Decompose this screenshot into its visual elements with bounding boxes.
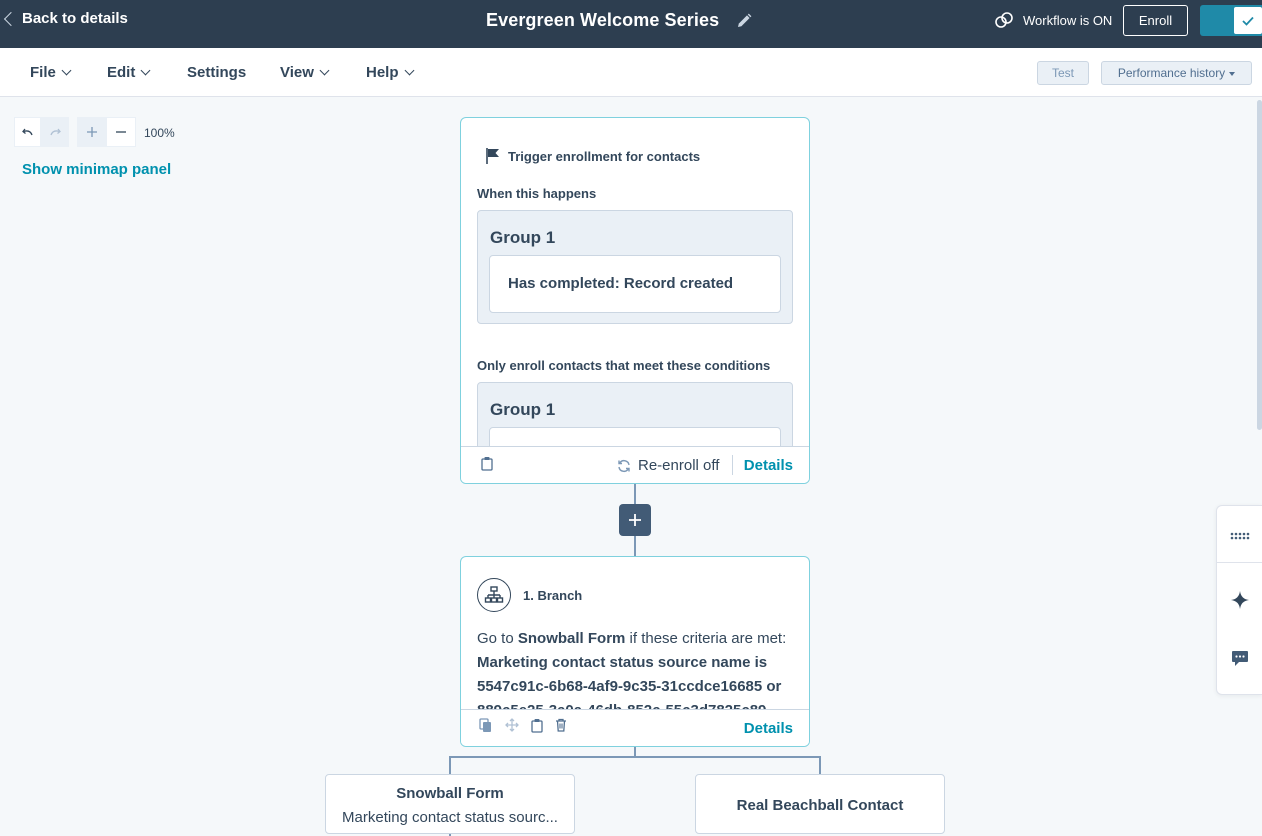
menu-view[interactable]: View bbox=[280, 64, 330, 81]
workflow-status-text: Workflow is ON bbox=[1023, 12, 1113, 28]
pencil-icon[interactable] bbox=[735, 12, 753, 30]
menu-settings[interactable]: Settings bbox=[187, 64, 246, 81]
zoom-in-icon bbox=[86, 127, 97, 137]
chevron-down-icon bbox=[61, 65, 72, 76]
reenroll-label: Re-enroll off bbox=[638, 457, 720, 474]
zoom-level: 100% bbox=[144, 126, 175, 140]
check-icon bbox=[1242, 16, 1254, 26]
move-icon[interactable] bbox=[505, 718, 519, 732]
top-bar: Back to details Evergreen Welcome Series… bbox=[0, 0, 1262, 48]
menu-edit-label: Edit bbox=[107, 64, 136, 81]
group-title: Group 1 bbox=[490, 228, 556, 247]
connector-line bbox=[449, 756, 821, 758]
branch-node-real-beachball-contact[interactable]: Real Beachball Contact bbox=[695, 774, 945, 834]
menu-settings-label: Settings bbox=[187, 64, 247, 81]
copy-icon[interactable] bbox=[479, 718, 493, 733]
refresh-icon bbox=[618, 459, 630, 472]
add-action-button[interactable] bbox=[619, 504, 651, 536]
chevron-down-icon bbox=[404, 65, 414, 76]
branch-action-icons bbox=[479, 718, 567, 733]
zoom-out-icon bbox=[116, 131, 126, 133]
chevron-down-icon bbox=[140, 65, 151, 76]
workflow-status[interactable]: Workflow is ON bbox=[994, 11, 1112, 29]
chevron-down-icon bbox=[319, 65, 330, 76]
menu-help[interactable]: Help bbox=[366, 64, 414, 81]
clipboard-icon[interactable] bbox=[531, 718, 543, 733]
right-side-panel bbox=[1216, 505, 1262, 695]
chat-icon bbox=[1232, 650, 1248, 666]
show-minimap-link[interactable]: Show minimap panel bbox=[22, 161, 171, 178]
connector-line bbox=[634, 483, 636, 504]
branch-node-snowball-form[interactable]: Snowball Form Marketing contact status s… bbox=[325, 774, 575, 834]
menu-view-label: View bbox=[280, 64, 314, 81]
undo-icon bbox=[21, 128, 33, 136]
branch-details-link[interactable]: Details bbox=[744, 720, 793, 737]
branch-node-title: Snowball Form bbox=[396, 785, 504, 802]
desc-prefix: Go to bbox=[477, 630, 518, 647]
trigger-footer: Re-enroll off Details bbox=[461, 446, 809, 483]
link-icon bbox=[995, 12, 1013, 28]
desc-line-2: Marketing contact status source name is bbox=[477, 654, 768, 671]
branch-icon bbox=[477, 578, 511, 612]
toggle-knob bbox=[1234, 7, 1262, 34]
chat-button[interactable] bbox=[1217, 628, 1262, 688]
branch-card[interactable]: 1. Branch Go to Snowball Form if these c… bbox=[460, 556, 810, 747]
trigger-criteria[interactable]: Has completed: Record created bbox=[489, 255, 781, 313]
branch-footer: Details bbox=[461, 709, 809, 746]
flag-icon bbox=[486, 148, 499, 164]
back-label: Back to details bbox=[22, 10, 128, 27]
back-to-details-link[interactable]: Back to details bbox=[3, 10, 128, 27]
test-button[interactable]: Test bbox=[1037, 61, 1089, 85]
menu-file[interactable]: File bbox=[30, 64, 72, 81]
workflow-on-toggle[interactable] bbox=[1200, 5, 1262, 36]
desc-line-3: 5547c91c-6b68-4af9-9c35-31ccdce16685 or bbox=[477, 678, 782, 695]
redo-button[interactable] bbox=[41, 117, 69, 147]
connector-line bbox=[449, 756, 451, 775]
workflow-title-wrap: Evergreen Welcome Series bbox=[486, 10, 753, 31]
performance-history-label: Performance history bbox=[1117, 66, 1226, 80]
chevron-left-icon bbox=[3, 11, 19, 27]
zoom-in-button[interactable] bbox=[77, 117, 106, 147]
trash-icon[interactable] bbox=[555, 718, 567, 732]
connector-line bbox=[819, 756, 821, 775]
undo-button[interactable] bbox=[14, 117, 41, 147]
clipboard-icon[interactable] bbox=[481, 456, 493, 471]
branch-node-subtitle: Marketing contact status sourc... bbox=[342, 809, 558, 826]
enroll-button[interactable]: Enroll bbox=[1123, 5, 1188, 36]
performance-history-button[interactable]: Performance history bbox=[1101, 61, 1252, 85]
workflow-title: Evergreen Welcome Series bbox=[486, 10, 720, 30]
group-title: Group 1 bbox=[490, 400, 556, 419]
divider bbox=[1217, 562, 1262, 563]
menu-help-label: Help bbox=[366, 64, 399, 81]
apps-grid-button[interactable] bbox=[1217, 506, 1262, 566]
redo-icon bbox=[50, 128, 61, 136]
caret-down-icon bbox=[1229, 72, 1236, 76]
ai-assistant-button[interactable] bbox=[1217, 570, 1262, 630]
trigger-header: Trigger enrollment for contacts bbox=[485, 147, 700, 165]
reenroll-toggle[interactable]: Re-enroll off bbox=[617, 457, 719, 474]
menu-file-label: File bbox=[30, 64, 56, 81]
plus-icon bbox=[629, 514, 641, 526]
conditions-label: Only enroll contacts that meet these con… bbox=[477, 358, 771, 373]
connector-line bbox=[634, 536, 636, 557]
when-label: When this happens bbox=[477, 186, 597, 201]
zoom-out-button[interactable] bbox=[106, 117, 136, 147]
desc-target: Snowball Form bbox=[517, 630, 626, 647]
divider bbox=[732, 455, 733, 475]
trigger-card[interactable]: Trigger enrollment for contacts When thi… bbox=[460, 117, 810, 484]
trigger-group: Group 1 Has completed: Record created bbox=[477, 210, 793, 324]
trigger-details-link[interactable]: Details bbox=[744, 457, 793, 474]
sparkle-icon bbox=[1231, 591, 1249, 609]
desc-suffix: if these criteria are met: bbox=[625, 630, 787, 647]
branch-title: 1. Branch bbox=[523, 588, 583, 603]
apps-grid-icon bbox=[1230, 532, 1250, 540]
vertical-scrollbar[interactable] bbox=[1257, 100, 1262, 430]
branch-node-title: Real Beachball Contact bbox=[736, 797, 904, 814]
trigger-title: Trigger enrollment for contacts bbox=[508, 148, 701, 164]
menu-edit[interactable]: Edit bbox=[107, 64, 151, 81]
